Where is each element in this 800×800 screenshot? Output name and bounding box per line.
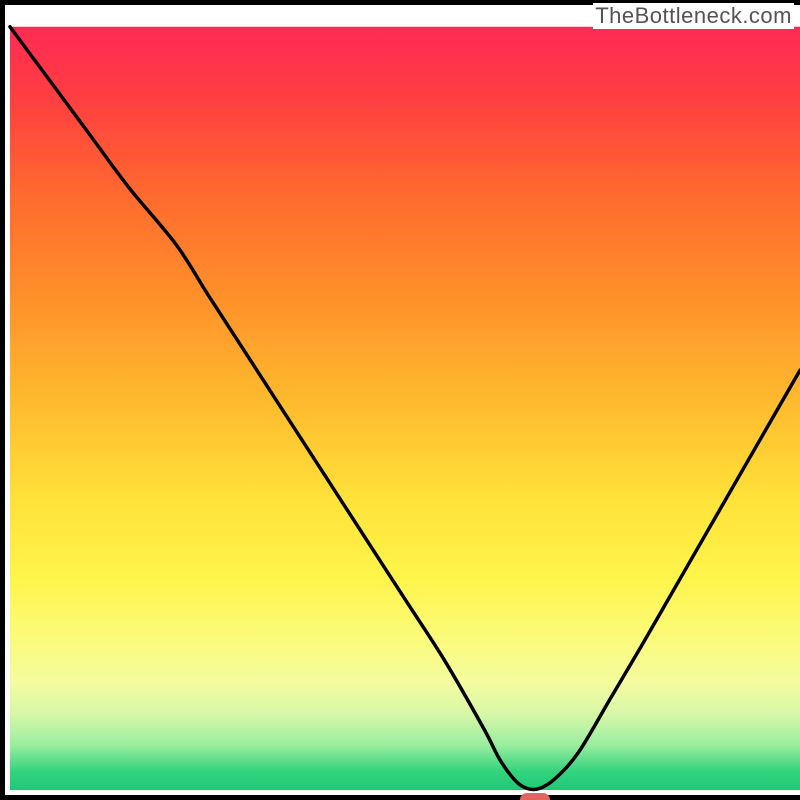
chart-frame: TheBottleneck.com	[0, 0, 800, 800]
gradient-background	[10, 27, 800, 790]
chart-svg	[5, 5, 800, 795]
watermark-text: TheBottleneck.com	[593, 3, 794, 29]
chart-plot-area	[5, 5, 800, 795]
optimal-point-marker	[520, 793, 550, 800]
